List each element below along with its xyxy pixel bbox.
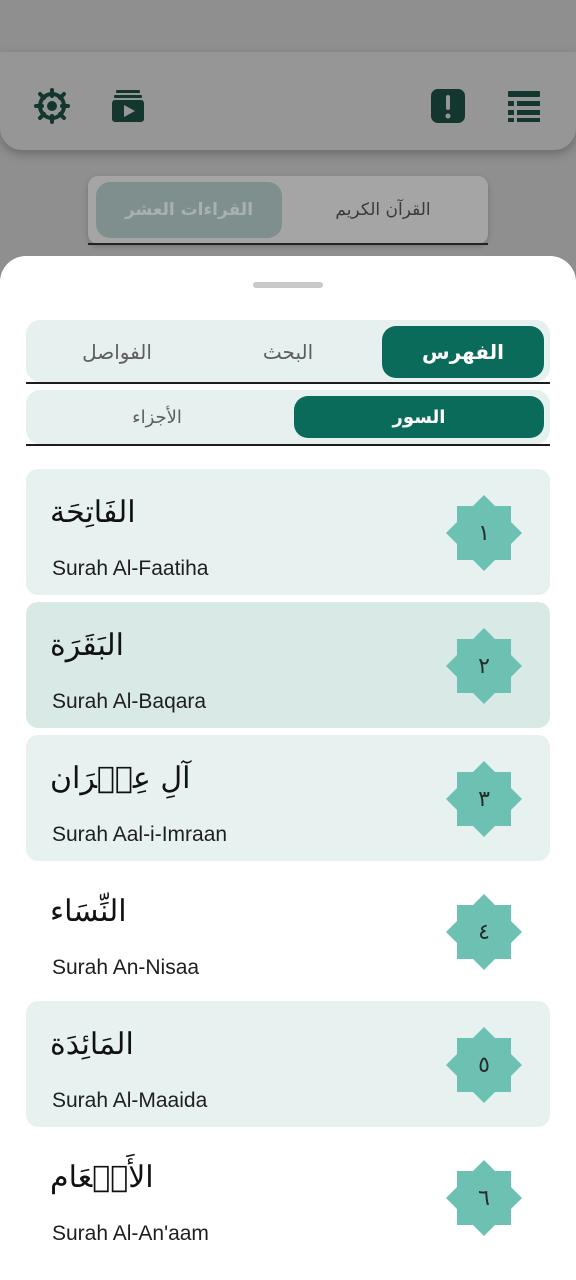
sub-tab-divider (26, 444, 550, 446)
surah-english-name: Surah Aal-i-Imraan (52, 823, 228, 846)
tab-juz[interactable]: الأجزاء (32, 396, 282, 438)
surah-english-name: Surah An-Nisaa (52, 956, 200, 979)
tab-surahs[interactable]: السور (294, 396, 544, 438)
app-header (0, 52, 576, 150)
tab-search[interactable]: البحث (206, 326, 370, 378)
surah-row[interactable]: البَقَرَة Surah Al-Baqara ٢ (26, 602, 550, 728)
surah-arabic-name: النِّسَاء (50, 894, 127, 929)
main-tab-bar: الفهرس البحث الفواصل (26, 320, 550, 382)
video-playlist-icon[interactable] (108, 86, 148, 126)
surah-row[interactable]: الفَاتِحَة Surah Al-Faatiha ١ (26, 469, 550, 595)
tab-index[interactable]: الفهرس (382, 326, 544, 378)
surah-arabic-name: البَقَرَة (50, 628, 124, 663)
surah-number: ٥ (478, 1052, 490, 1078)
surah-number: ١ (478, 520, 490, 546)
surah-english-name: Surah Al-Faatiha (52, 557, 209, 580)
surah-english-name: Surah Al-An'aam (52, 1222, 209, 1245)
sheet-drag-handle[interactable] (253, 282, 323, 288)
surah-arabic-name: المَائِدَة (50, 1027, 134, 1062)
main-tab-divider (26, 382, 550, 384)
sub-tab-bar: السور الأجزاء (26, 390, 550, 444)
tab-ten-readings[interactable]: القراءات العشر (96, 182, 282, 238)
tabs-underline (88, 243, 488, 245)
surah-arabic-name: الأَنۡعَام (50, 1160, 154, 1195)
surah-number: ٤ (478, 919, 490, 945)
tab-bookmarks[interactable]: الفواصل (32, 326, 202, 378)
bottom-sheet: الفهرس البحث الفواصل السور الأجزاء الفَا… (0, 256, 576, 1280)
surah-row[interactable]: النِّسَاء Surah An-Nisaa ٤ (26, 868, 550, 994)
background-tabs: القراءات العشر القرآن الكريم (88, 176, 488, 244)
surah-number: ٦ (478, 1185, 490, 1211)
background-app: القراءات العشر القرآن الكريم (0, 0, 576, 300)
surah-row[interactable]: الأَنۡعَام Surah Al-An'aam ٦ (26, 1134, 550, 1260)
menu-list-icon[interactable] (504, 86, 544, 126)
surah-english-name: Surah Al-Baqara (52, 690, 207, 713)
surah-english-name: Surah Al-Maaida (52, 1089, 208, 1112)
surah-row[interactable]: المَائِدَة Surah Al-Maaida ٥ (26, 1001, 550, 1127)
settings-wheel-icon[interactable] (32, 86, 72, 126)
surah-arabic-name: الفَاتِحَة (50, 495, 136, 530)
surah-arabic-name: آلِ عِمۡرَان (50, 761, 191, 796)
surah-row[interactable]: آلِ عِمۡرَان Surah Aal-i-Imraan ٣ (26, 735, 550, 861)
surah-number: ٢ (478, 653, 490, 679)
alert-icon[interactable] (428, 86, 468, 126)
tab-holy-quran[interactable]: القرآن الكريم (288, 182, 478, 238)
surah-number: ٣ (478, 786, 490, 812)
